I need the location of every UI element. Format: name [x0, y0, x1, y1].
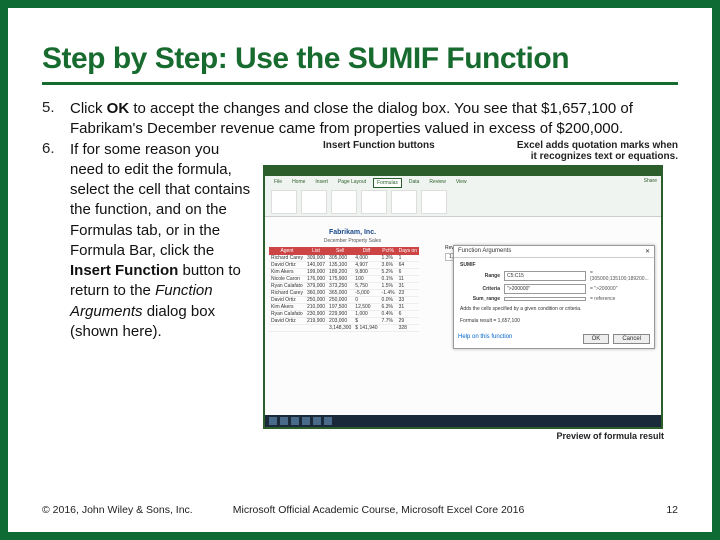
table-row: David Ortiz219,900203,000$7.7%29 — [269, 317, 419, 324]
taskbar-icon[interactable] — [291, 417, 299, 425]
ribbon-group[interactable] — [271, 190, 297, 214]
slide: Step by Step: Use the SUMIF Function 5. … — [8, 8, 712, 532]
footer: © 2016, John Wiley & Sons, Inc. Microsof… — [42, 504, 678, 516]
cancel-button[interactable]: Cancel — [613, 334, 650, 344]
arg-sumrange-row: Sum_range = reference — [460, 296, 648, 302]
worksheet: Fabrikam, Inc. December Property Sales A… — [265, 227, 440, 332]
arg-criteria-row: Criteria ">200000" = ">200000" — [460, 284, 648, 294]
page-title: Step by Step: Use the SUMIF Function — [42, 42, 678, 76]
dialog-buttons: Help on this function OK Cancel — [454, 330, 654, 348]
tab-review[interactable]: Review — [426, 178, 448, 188]
range-input[interactable]: C5:C15 — [504, 271, 586, 281]
course-name: Microsoft Official Academic Course, Micr… — [233, 504, 667, 516]
taskbar-icon[interactable] — [324, 417, 332, 425]
tab-file[interactable]: File — [271, 178, 285, 188]
excel-window: File Home Insert Page Layout Formulas Da… — [263, 165, 663, 429]
tab-data[interactable]: Data — [406, 178, 423, 188]
table-row: Kim Akers199,000189,2009,8005.2%6 — [269, 268, 419, 275]
table-header-row: Agent List Sell Diff Pct% Days on — [269, 247, 419, 255]
criteria-input[interactable]: ">200000" — [504, 284, 586, 294]
dialog-titlebar: Function Arguments ✕ — [454, 246, 654, 258]
ribbon-group[interactable] — [421, 190, 447, 214]
callout-insert-function: Insert Function buttons — [323, 140, 435, 162]
close-icon[interactable]: ✕ — [645, 248, 650, 255]
tab-pagelayout[interactable]: Page Layout — [335, 178, 369, 188]
ribbon-group[interactable] — [331, 190, 357, 214]
table-row: Richard Carey360,000365,000-5,000-1.4%23 — [269, 289, 419, 296]
table-row: David Ortiz140,007135,1004,9073.6%64 — [269, 261, 419, 268]
copyright: © 2016, John Wiley & Sons, Inc. — [42, 504, 193, 516]
figure-callouts: Insert Function buttons Excel adds quota… — [263, 140, 678, 162]
dialog-description: Adds the cells specified by a given cond… — [460, 306, 648, 312]
ribbon-tabs: File Home Insert Page Layout Formulas Da… — [265, 176, 661, 190]
data-table: Agent List Sell Diff Pct% Days on Richar… — [269, 247, 419, 332]
windows-taskbar — [265, 415, 661, 427]
function-arguments-dialog: Function Arguments ✕ SUMIF Range C5:C15 … — [453, 245, 655, 349]
ribbon-group[interactable] — [391, 190, 417, 214]
step-6: 6. If for some reason you need to edit t… — [42, 140, 678, 441]
tab-home[interactable]: Home — [289, 178, 308, 188]
taskbar-icon[interactable] — [313, 417, 321, 425]
step-list: 5. Click OK to accept the changes and cl… — [42, 99, 678, 441]
ribbon-group[interactable] — [301, 190, 327, 214]
sumrange-input[interactable] — [504, 297, 586, 301]
excel-titlebar — [265, 167, 661, 176]
taskbar-icon[interactable] — [269, 417, 277, 425]
arg-range-row: Range C5:C15 = {305000;135100;189200... — [460, 270, 648, 282]
table-row: Kim Akers210,000197,50012,5006.3%31 — [269, 303, 419, 310]
step-text: If for some reason you need to edit the … — [70, 140, 255, 343]
title-rule — [42, 82, 678, 85]
table-row: Nicole Caron176,000175,9001000.1%11 — [269, 275, 419, 282]
tab-formulas[interactable]: Formulas — [373, 178, 402, 188]
sheet-company: Fabrikam, Inc. — [265, 229, 440, 236]
step-text: Click OK to accept the changes and close… — [70, 99, 678, 140]
taskbar-icon[interactable] — [302, 417, 310, 425]
table-row: David Ortiz250,000250,00000.0%33 — [269, 296, 419, 303]
table-row: Ryan Calafato230,900229,9001,0000.4%6 — [269, 310, 419, 317]
figure: Insert Function buttons Excel adds quota… — [263, 140, 678, 441]
callout-quotation-marks: Excel adds quotation marks when it recog… — [517, 140, 678, 162]
taskbar-icon[interactable] — [280, 417, 288, 425]
step-number: 6. — [42, 140, 70, 157]
callout-preview-result: Preview of formula result — [263, 431, 678, 441]
step-5: 5. Click OK to accept the changes and cl… — [42, 99, 678, 140]
page-number: 12 — [666, 504, 678, 516]
help-link[interactable]: Help on this function — [458, 334, 512, 344]
excel-ribbon: File Home Insert Page Layout Formulas Da… — [265, 176, 661, 217]
tab-insert[interactable]: Insert — [312, 178, 331, 188]
tab-view[interactable]: View — [453, 178, 470, 188]
table-row: Ryan Calafato379,000373,2505,7501.5%31 — [269, 282, 419, 289]
formula-result-row: Formula result = 1,657,100 — [460, 318, 648, 324]
ok-button[interactable]: OK — [583, 334, 610, 344]
sheet-subtitle: December Property Sales — [265, 238, 440, 244]
step-number: 5. — [42, 99, 70, 116]
dialog-body: SUMIF Range C5:C15 = {305000;135100;1892… — [454, 258, 654, 330]
table-row: 3,148,300$ 141,940328 — [269, 324, 419, 331]
dialog-function-name: SUMIF — [460, 262, 648, 268]
ribbon-group[interactable] — [361, 190, 387, 214]
ribbon-groups — [271, 190, 655, 214]
share-button[interactable]: Share — [644, 178, 657, 184]
